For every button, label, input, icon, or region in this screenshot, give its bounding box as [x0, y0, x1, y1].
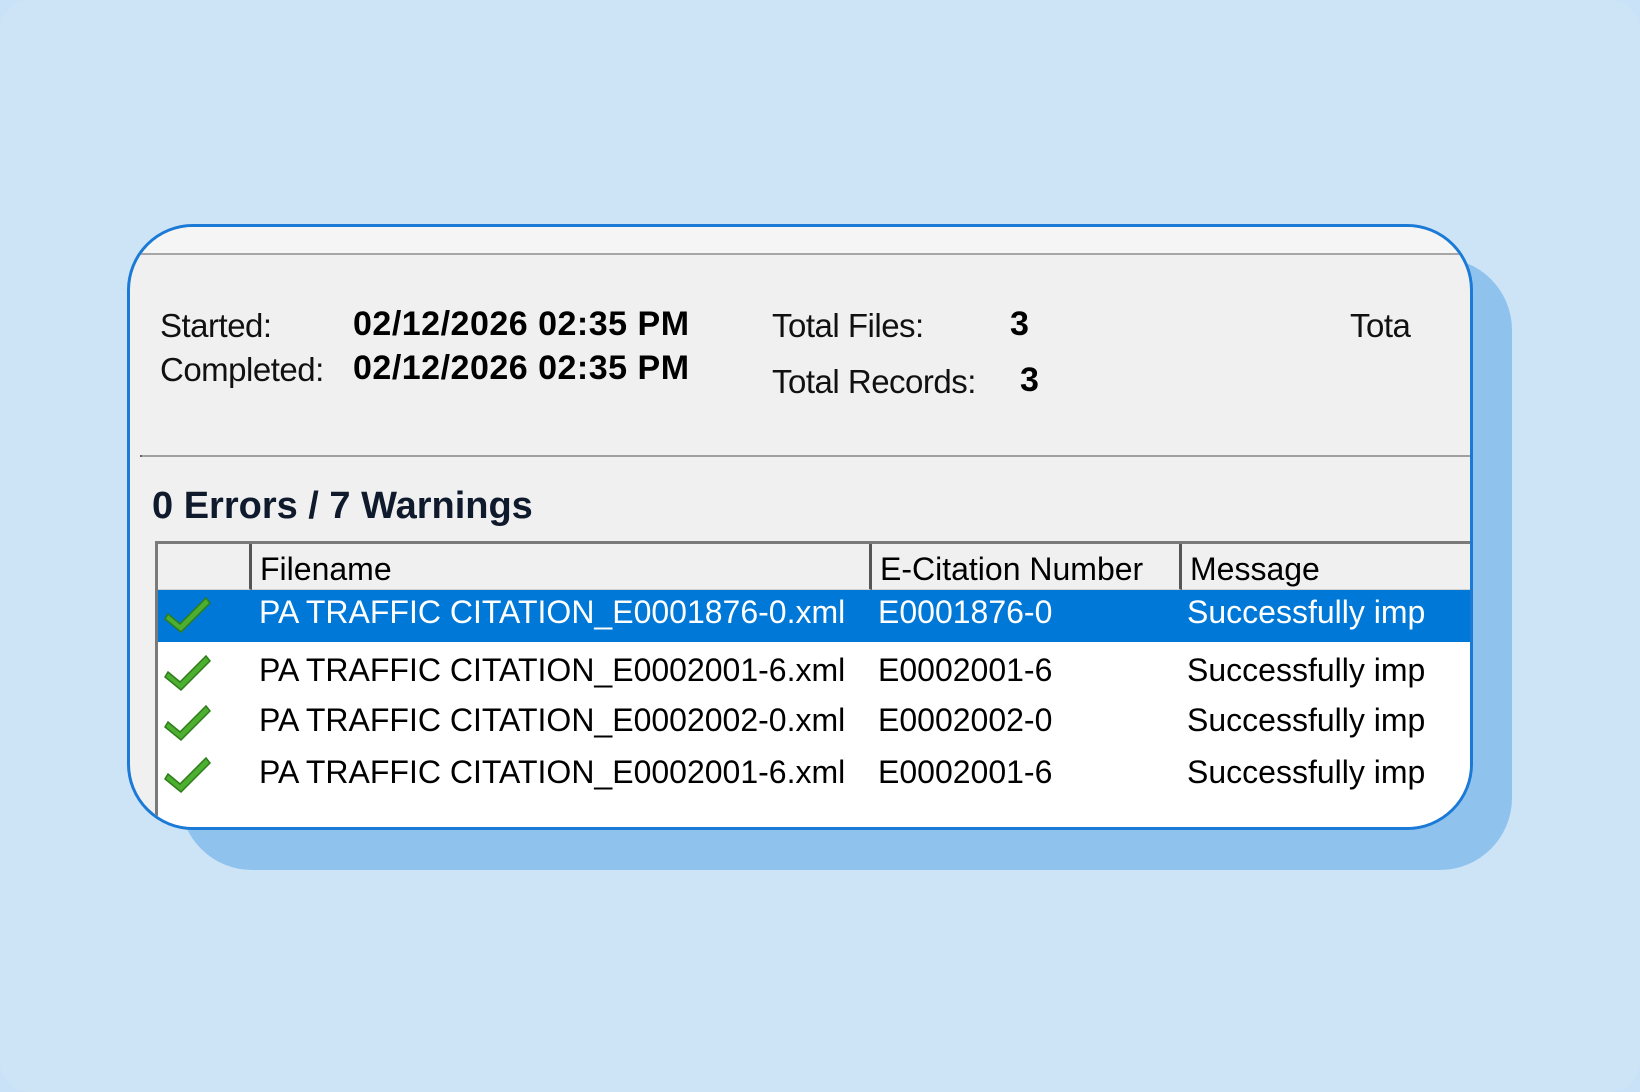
green-check-icon — [164, 698, 214, 742]
errors-warnings-summary: 0 Errors / 7 Warnings — [152, 485, 533, 527]
ecitation-number-cell: E0002001-6 — [878, 652, 1053, 688]
table-row[interactable]: PA TRAFFIC CITATION_E0002002-0.xml E0002… — [158, 698, 1470, 750]
results-table[interactable]: Filename E-Citation Number Message PA TR… — [155, 541, 1470, 827]
completed-label: Completed: — [160, 351, 324, 388]
section-divider — [140, 455, 1470, 457]
green-check-icon — [164, 590, 214, 634]
filename-cell: PA TRAFFIC CITATION_E0002001-6.xml — [259, 652, 846, 688]
message-cell: Successfully imp — [1187, 702, 1426, 738]
ecitation-number-cell: E0002002-0 — [878, 702, 1053, 738]
total-records-label: Total Records: — [772, 363, 976, 400]
table-row[interactable]: PA TRAFFIC CITATION_E0002001-6.xml E0002… — [158, 648, 1470, 700]
total-records-value: 3 — [1020, 361, 1040, 399]
total-files-value: 3 — [1010, 305, 1030, 343]
total-files-label: Total Files: — [772, 307, 924, 344]
ecitation-number-cell: E0002001-6 — [878, 754, 1053, 790]
table-row[interactable]: PA TRAFFIC CITATION_E0002001-6.xml E0002… — [158, 750, 1470, 802]
message-cell: Successfully imp — [1187, 594, 1426, 630]
green-check-icon — [164, 750, 214, 794]
started-value: 02/12/2026 02:35 PM — [353, 305, 690, 343]
column-header-filename[interactable]: Filename — [252, 544, 872, 590]
filename-cell: PA TRAFFIC CITATION_E0001876-0.xml — [259, 594, 846, 630]
ecitation-number-cell: E0001876-0 — [878, 594, 1053, 630]
column-header-ecitation-number[interactable]: E-Citation Number — [872, 544, 1182, 590]
message-cell: Successfully imp — [1187, 652, 1426, 688]
column-header-status[interactable] — [158, 544, 252, 590]
total-cut-label: Tota — [1350, 307, 1411, 344]
green-check-icon — [164, 648, 214, 692]
message-cell: Successfully imp — [1187, 754, 1426, 790]
filename-cell: PA TRAFFIC CITATION_E0002002-0.xml — [259, 702, 846, 738]
import-results-panel: Started: 02/12/2026 02:35 PM Completed: … — [127, 224, 1473, 830]
completed-value: 02/12/2026 02:35 PM — [353, 349, 690, 387]
column-header-message[interactable]: Message — [1182, 544, 1470, 590]
top-strip — [130, 227, 1470, 255]
started-label: Started: — [160, 307, 272, 344]
table-row[interactable]: PA TRAFFIC CITATION_E0001876-0.xml E0001… — [158, 590, 1470, 642]
filename-cell: PA TRAFFIC CITATION_E0002001-6.xml — [259, 754, 846, 790]
